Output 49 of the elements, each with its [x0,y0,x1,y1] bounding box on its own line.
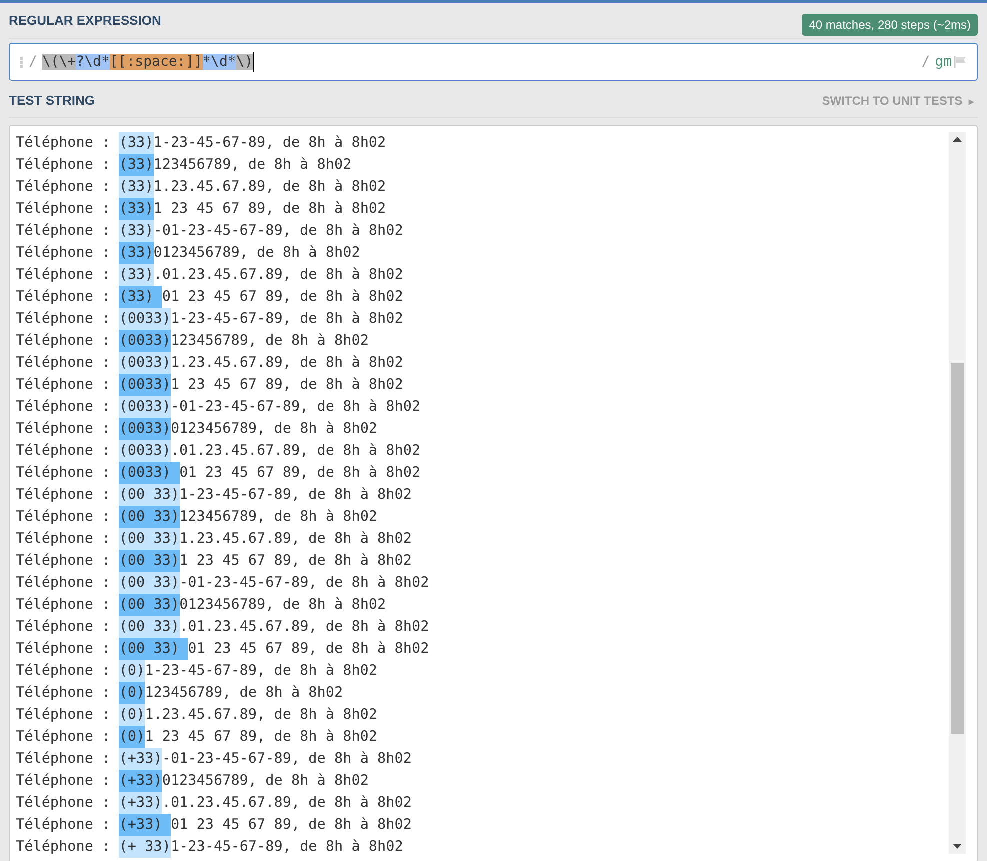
test-string-line: Téléphone : (0)1-23-45-67-89, de 8h à 8h02 [16,660,949,682]
match-count-badge: 40 matches, 280 steps (~2ms) [802,14,978,36]
test-string-line: Téléphone : (00 33)1-23-45-67-89, de 8h à 8h02 [16,484,949,506]
test-string-line: Téléphone : (33)0123456789, de 8h à 8h02 [16,242,949,264]
test-string-line: Téléphone : (0033)1 23 45 67 89, de 8h à 8h02 [16,374,949,396]
test-string-line: Téléphone : (0)123456789, de 8h à 8h02 [16,682,949,704]
test-string-line: Téléphone : (0033)123456789, de 8h à 8h02 [16,330,949,352]
switch-to-unit-tests-link[interactable]: SWITCH TO UNIT TESTS ▸ [822,94,974,108]
section-title: REGULAR EXPRESSION [9,13,162,28]
test-string-line: Téléphone : (00 33)1 23 45 67 89, de 8h à 8h02 [16,550,949,572]
test-string-line: Téléphone : (33)1-23-45-67-89, de 8h à 8h02 [16,132,949,154]
test-string-editor[interactable] [9,125,978,861]
test-string-line: Téléphone : (0033)1.23.45.67.89, de 8h à 8h02 [16,352,949,374]
test-string-line: Téléphone : (0)1 23 45 67 89, de 8h à 8h02 [16,726,949,748]
scrollbar[interactable] [949,132,966,854]
test-string-line: Téléphone : (33)-01-23-45-67-89, de 8h à 8h02 [16,220,949,242]
section-title: TEST STRING [9,93,95,108]
test-string-line: Téléphone : (00 33) 01 23 45 67 89, de 8h à 8h02 [16,638,949,660]
test-string-line: Téléphone : (0)1.23.45.67.89, de 8h à 8h02 [16,704,949,726]
flag-icon[interactable] [954,56,967,68]
test-string-line: Téléphone : (33)1.23.45.67.89, de 8h à 8h02 [16,176,949,198]
test-string-line: Téléphone : (0033)0123456789, de 8h à 8h02 [16,418,949,440]
test-string-line: Téléphone : (+33)-01-23-45-67-89, de 8h à 8h02 [16,748,949,770]
scroll-down-icon[interactable] [953,844,962,849]
regex-delimiter: / [922,54,930,70]
test-string-line: Téléphone : (+33) 01 23 45 67 89, de 8h à 8h02 [16,814,949,836]
test-string-line: Téléphone : (00 33)-01-23-45-67-89, de 8h à 8h02 [16,572,949,594]
test-string-line: Téléphone : (0033)-01-23-45-67-89, de 8h à 8h02 [16,396,949,418]
scroll-up-icon[interactable] [953,137,962,142]
test-string-line: Téléphone : (+33).01.23.45.67.89, de 8h à 8h02 [16,792,949,814]
scrollbar-thumb[interactable] [951,362,964,734]
test-string-line: Téléphone : (00 33)123456789, de 8h à 8h02 [16,506,949,528]
test-string-line: Téléphone : (00 33)0123456789, de 8h à 8h02 [16,594,949,616]
test-string-line: Téléphone : (+33)0123456789, de 8h à 8h02 [16,770,949,792]
drag-handle-icon[interactable] [20,56,23,68]
test-string-line: Téléphone : (0033)1-23-45-67-89, de 8h à 8h02 [16,308,949,330]
test-string-line: Téléphone : (0033) 01 23 45 67 89, de 8h à 8h02 [16,462,949,484]
regex-flags[interactable]: gm [935,54,952,70]
test-string-line: Téléphone : (33)123456789, de 8h à 8h02 [16,154,949,176]
test-string-line: Téléphone : (33).01.23.45.67.89, de 8h à 8h02 [16,264,949,286]
test-string-line: Téléphone : (00 33).01.23.45.67.89, de 8h à 8h02 [16,616,949,638]
test-string-line: Téléphone : (0033).01.23.45.67.89, de 8h à 8h02 [16,440,949,462]
regex-delimiter: / [29,54,38,70]
test-string-line: Téléphone : (33) 01 23 45 67 89, de 8h à 8h02 [16,286,949,308]
test-string-line: Téléphone : (00 33)1.23.45.67.89, de 8h à 8h02 [16,528,949,550]
regex-text: \(\+?\d*[[:space:]]*\d*\) [42,53,254,72]
regex-field[interactable]: / \(\+?\d*[[:space:]]*\d*\) / gm [9,43,978,81]
test-string-line: Téléphone : (33)1 23 45 67 89, de 8h à 8h02 [16,198,949,220]
test-string-line: Téléphone : (+ 33)1-23-45-67-89, de 8h à 8h02 [16,836,949,858]
